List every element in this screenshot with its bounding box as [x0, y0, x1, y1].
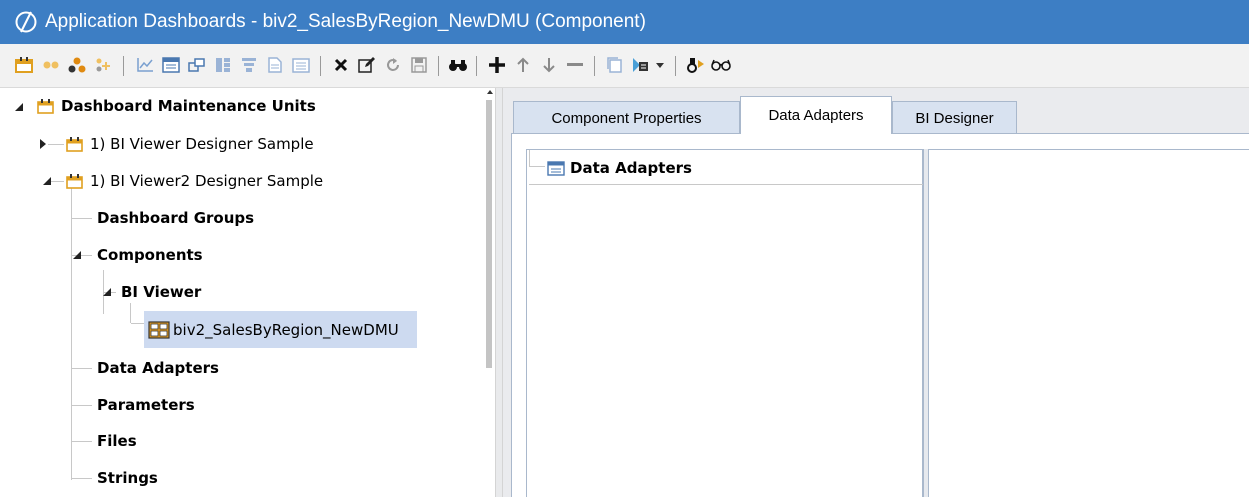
tree-item-label: Strings	[97, 469, 158, 487]
add-icon[interactable]	[486, 54, 508, 76]
dropdown-arrow-icon[interactable]	[654, 54, 666, 76]
tree-item-label: Parameters	[97, 396, 195, 414]
edit-icon[interactable]	[356, 54, 378, 76]
data-adapters-tree: Data Adapters	[526, 149, 924, 497]
tree-connector	[71, 180, 72, 480]
save-icon[interactable]	[408, 54, 430, 76]
tree-divider	[529, 184, 924, 185]
tree-connector	[72, 478, 92, 479]
string-icon[interactable]	[290, 54, 312, 76]
tab-label: Component Properties	[551, 109, 702, 127]
tree-item-selected-component[interactable]: biv2_SalesByRegion_NewDMU	[144, 311, 417, 348]
tree-connector	[529, 166, 545, 167]
tree-item-label: Data Adapters	[97, 359, 219, 377]
add-component-icon[interactable]	[92, 54, 114, 76]
dashboard-maintenance-unit-icon[interactable]	[13, 54, 35, 76]
copy-icon[interactable]	[604, 54, 626, 76]
tree-item-label: Components	[97, 246, 203, 264]
tree-root-label: Dashboard Maintenance Units	[61, 97, 316, 115]
tree-item-label: 1) BI Viewer Designer Sample	[90, 135, 314, 153]
toolbar	[0, 44, 1249, 88]
bi-viewer-component-icon	[148, 320, 170, 339]
view-dashboard-icon[interactable]	[630, 54, 656, 76]
tree-item-dashboard-groups[interactable]: Dashboard Groups	[97, 203, 254, 233]
delete-icon[interactable]	[330, 54, 352, 76]
tab-content: Data Adapters	[511, 133, 1249, 497]
tree-item-label: BI Viewer	[121, 283, 202, 301]
tree-connector	[48, 144, 64, 145]
tab-label: BI Designer	[915, 109, 994, 127]
tree-item-bi-viewer-designer-sample[interactable]: 1) BI Viewer Designer Sample	[66, 129, 314, 159]
chart-icon[interactable]	[134, 54, 156, 76]
tab-component-properties[interactable]: Component Properties	[513, 101, 740, 134]
search-binoculars-icon[interactable]	[447, 54, 469, 76]
collapse-arrow-icon[interactable]	[102, 287, 112, 297]
document-icon[interactable]	[264, 54, 286, 76]
tree-item-strings[interactable]: Strings	[97, 463, 158, 493]
refresh-icon[interactable]	[382, 54, 404, 76]
folder-icon	[66, 136, 83, 152]
file-icon[interactable]	[212, 54, 234, 76]
tree-connector	[72, 218, 92, 219]
tree-item-bi-viewer2-designer-sample[interactable]: 1) BI Viewer2 Designer Sample	[66, 166, 323, 196]
glasses-icon[interactable]	[710, 54, 732, 76]
component-group-icon[interactable]	[66, 54, 88, 76]
tree-connector	[72, 441, 92, 442]
data-adapters-root-label: Data Adapters	[570, 159, 692, 177]
tree-item-data-adapters[interactable]: Data Adapters	[97, 353, 219, 383]
tree-connector	[529, 150, 530, 166]
right-pane: Component Properties Data Adapters BI De…	[503, 88, 1249, 497]
tree-connector	[131, 323, 144, 324]
dashboard-tree: Dashboard Maintenance Units 1) BI Viewer…	[0, 88, 495, 497]
tree-item-components[interactable]: Components	[97, 240, 203, 270]
pane-splitter[interactable]	[495, 88, 503, 497]
remove-icon[interactable]	[564, 54, 586, 76]
folder-icon	[37, 98, 54, 114]
collapse-arrow-icon[interactable]	[42, 176, 52, 186]
group-icon[interactable]	[40, 54, 62, 76]
tree-item-label: biv2_SalesByRegion_NewDMU	[173, 320, 399, 339]
app-logo-icon	[15, 11, 37, 33]
data-adapter-detail-panel	[929, 149, 1249, 497]
collapse-arrow-icon[interactable]	[72, 250, 82, 260]
tab-bi-designer[interactable]: BI Designer	[892, 101, 1017, 134]
object-lookup-icon[interactable]	[685, 54, 707, 76]
move-down-icon[interactable]	[538, 54, 560, 76]
tree-item-label: Files	[97, 432, 137, 450]
tree-item-files[interactable]: Files	[97, 426, 137, 456]
tab-data-adapters[interactable]: Data Adapters	[740, 96, 892, 134]
collapse-arrow-icon[interactable]	[14, 102, 24, 112]
window-title: Application Dashboards - biv2_SalesByReg…	[45, 11, 646, 32]
tree-root[interactable]: Dashboard Maintenance Units	[37, 91, 316, 121]
data-adapter-icon[interactable]	[160, 54, 182, 76]
title-bar: Application Dashboards - biv2_SalesByReg…	[0, 0, 1249, 44]
parameter-icon[interactable]	[186, 54, 208, 76]
folder-icon	[66, 173, 83, 189]
tree-item-parameters[interactable]: Parameters	[97, 390, 195, 420]
tree-item-label: Dashboard Groups	[97, 209, 255, 227]
tree-item-label: 1) BI Viewer2 Designer Sample	[90, 172, 324, 190]
scroll-up-arrow-icon[interactable]	[487, 90, 493, 94]
data-adapter-icon	[547, 160, 565, 176]
expand-arrow-icon[interactable]	[38, 139, 48, 149]
tree-connector	[72, 368, 92, 369]
data-adapters-root-node[interactable]: Data Adapters	[547, 156, 692, 180]
tree-item-bi-viewer[interactable]: BI Viewer	[121, 277, 201, 307]
filter-icon[interactable]	[238, 54, 260, 76]
scrollbar-thumb[interactable]	[486, 100, 492, 368]
move-up-icon[interactable]	[512, 54, 534, 76]
tab-label: Data Adapters	[768, 107, 864, 124]
tree-connector	[72, 405, 92, 406]
tree-scrollbar[interactable]	[484, 88, 495, 497]
